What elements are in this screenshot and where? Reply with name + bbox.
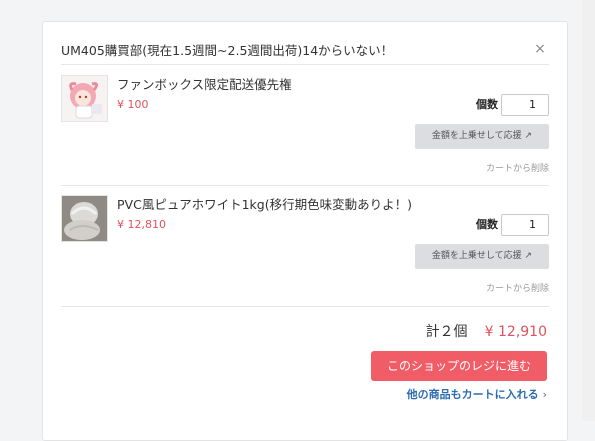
- cart-item-1: ファンボックス限定配送優先権 ¥ 100 個数 1 金額を上乗せして応援 ↗ カ…: [61, 75, 549, 185]
- cart-card: UM405購買部(現在1.5週間~2.5週間出荷)14からいない！ × ファンボ…: [42, 21, 568, 441]
- item-price: ¥ 100: [117, 98, 149, 111]
- item-thumbnail[interactable]: [61, 75, 108, 122]
- close-icon[interactable]: ×: [533, 42, 547, 56]
- quantity-label: 個数: [476, 218, 498, 231]
- scrollbar[interactable]: [582, 0, 595, 421]
- total-count-label: 計２個: [425, 324, 468, 340]
- divider: [61, 185, 549, 186]
- quantity-input[interactable]: 1: [501, 94, 549, 116]
- quantity-label: 個数: [476, 98, 498, 111]
- continue-shopping-label: 他の商品もカートに入れる: [406, 388, 539, 401]
- continue-shopping-link[interactable]: 他の商品もカートに入れる ›: [407, 388, 547, 402]
- item-price: ¥ 12,810: [117, 218, 166, 231]
- item-name[interactable]: ファンボックス限定配送優先権: [117, 77, 292, 93]
- checkout-button[interactable]: このショップのレジに進む: [371, 351, 547, 381]
- item-name[interactable]: PVC風ピュアホワイト1kg(移行期色味変動ありよ！): [117, 197, 412, 213]
- remove-from-cart-link[interactable]: カートから削除: [486, 283, 549, 295]
- total-price: ¥ 12,910: [484, 324, 547, 340]
- cart-total: 計２個 ¥ 12,910: [426, 321, 547, 341]
- chevron-right-icon: ›: [542, 388, 547, 401]
- white-clay-icon: [62, 196, 107, 241]
- support-button[interactable]: 金額を上乗せして応援 ↗: [415, 244, 549, 269]
- shop-title[interactable]: UM405購買部(現在1.5週間~2.5週間出荷)14からいない！: [61, 42, 393, 60]
- anime-figure-icon: [62, 76, 107, 121]
- quantity-input[interactable]: 1: [501, 214, 549, 236]
- cart-item-2: PVC風ピュアホワイト1kg(移行期色味変動ありよ！) ¥ 12,810 個数 …: [61, 195, 549, 305]
- support-button[interactable]: 金額を上乗せして応援 ↗: [415, 124, 549, 149]
- divider: [61, 306, 549, 307]
- shop-header: UM405購買部(現在1.5週間~2.5週間出荷)14からいない！ ×: [61, 42, 546, 64]
- remove-from-cart-link[interactable]: カートから削除: [486, 163, 549, 175]
- divider: [61, 64, 549, 65]
- item-thumbnail[interactable]: [61, 195, 108, 242]
